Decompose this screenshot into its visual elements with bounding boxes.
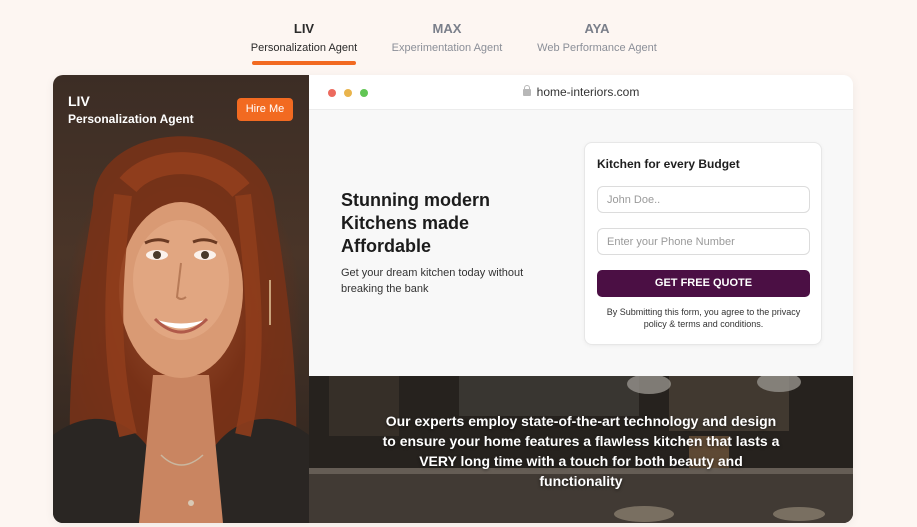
agent-portrait — [53, 136, 309, 523]
agent-panel: LIV Personalization Agent Hire Me — [53, 75, 309, 523]
hero-subtitle: Get your dream kitchen today without bre… — [341, 267, 524, 295]
tab-aya-subtitle: Web Performance Agent — [537, 42, 657, 54]
quote-form: Kitchen for every Budget GET FREE QUOTE … — [584, 142, 822, 345]
browser-toolbar: home-interiors.com — [309, 75, 853, 110]
url-text: home-interiors.com — [536, 85, 640, 99]
banner-text: Our experts employ state-of-the-art tech… — [382, 413, 780, 489]
tab-max[interactable]: MAX Experimentation Agent — [388, 18, 506, 56]
phone-input[interactable] — [597, 228, 810, 255]
browser-window: home-interiors.com Stunning modern Kitch… — [309, 75, 853, 523]
tab-max-name: MAX — [432, 21, 462, 36]
agent-name: LIV — [68, 93, 90, 109]
tab-liv[interactable]: LIV Personalization Agent — [246, 18, 362, 56]
lock-icon — [522, 85, 531, 96]
get-free-quote-button[interactable]: GET FREE QUOTE — [597, 270, 810, 297]
tab-aya[interactable]: AYA Web Performance Agent — [534, 18, 660, 56]
tab-liv-name: LIV — [293, 21, 315, 36]
hire-me-button[interactable]: Hire Me — [237, 98, 293, 121]
kitchen-banner: Our experts employ state-of-the-art tech… — [309, 376, 853, 523]
form-disclaimer: By Submitting this form, you agree to th… — [606, 307, 801, 329]
hero-title: Stunning modern Kitchens made Affordable — [341, 190, 490, 256]
tab-max-subtitle: Experimentation Agent — [391, 42, 503, 54]
tab-liv-subtitle: Personalization Agent — [250, 42, 358, 54]
tab-aya-name: AYA — [584, 21, 610, 36]
name-input[interactable] — [597, 186, 810, 213]
form-title: Kitchen for every Budget — [597, 157, 740, 171]
agent-tabs: LIV Personalization Agent MAX Experiment… — [0, 18, 917, 68]
agent-role: Personalization Agent — [68, 112, 194, 126]
demo-card: LIV Personalization Agent Hire Me home-i… — [53, 75, 853, 523]
address-bar[interactable]: home-interiors.com — [309, 85, 853, 99]
active-tab-underline — [252, 61, 356, 65]
